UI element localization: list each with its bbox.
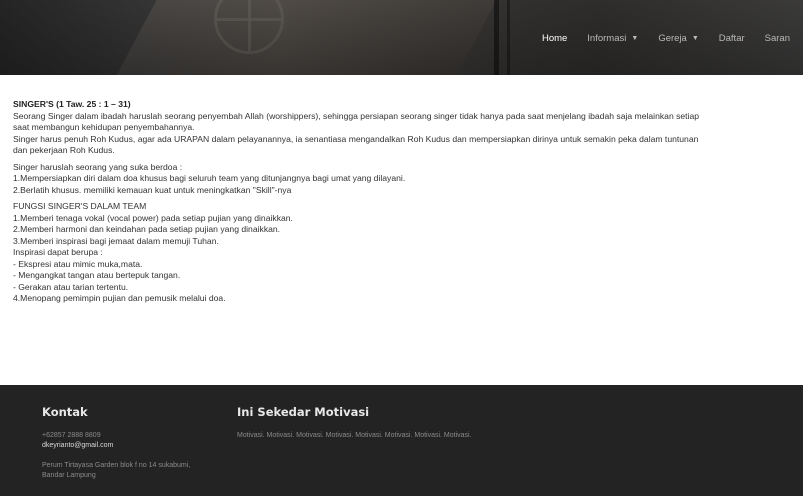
nav-item-label: Home — [541, 32, 568, 44]
fungsi-section: FUNGSI SINGER'S DALAM TEAM 1.Memberi ten… — [13, 201, 793, 305]
paragraph-line: Singer haruslah seorang yang suka berdoa… — [13, 161, 183, 172]
footer-motivation-column: Ini Sekedar Motivasi Motivasi. Motivasi.… — [237, 405, 737, 441]
list-item: 4.Menopang pemimpin pujian dan pemusik m… — [13, 293, 226, 303]
list-item: - Ekspresi atau mimic muka,mata. — [13, 258, 143, 269]
list-item: - Mengangkat tangan atau bertepuk tangan… — [13, 270, 181, 280]
list-item: 1.Memberi tenaga vokal (vocal power) pad… — [13, 212, 293, 223]
list-item: 1.Mempersiapkan diri dalam doa khusus ba… — [13, 173, 406, 183]
motivation-text: Motivasi. Motivasi. Motivasi. Motivasi. … — [237, 432, 472, 439]
paragraph-line: saat membangun kehidupan penyembahannya. — [13, 122, 195, 132]
site-footer: Kontak +62857 2888 8809 dkeyrianto@gmail… — [0, 385, 803, 496]
footer-contact-column: Kontak +62857 2888 8809 dkeyrianto@gmail… — [42, 405, 232, 481]
contact-address-line: Bandar Lampung — [42, 472, 96, 479]
nav-item-label: Informasi — [587, 32, 627, 44]
list-item: 2.Berlatih khusus. memiliki kemauan kuat… — [13, 184, 292, 195]
caret-down-icon: ▼ — [691, 34, 699, 42]
intro-section: SINGER'S (1 Taw. 25 : 1 – 31) Seorang Si… — [13, 99, 793, 157]
article-content: SINGER'S (1 Taw. 25 : 1 – 31) Seorang Si… — [13, 99, 793, 310]
top-navigation: Home Informasi ▼ Gereja ▼ Daftar Saran — [522, 30, 790, 46]
nav-item-label: Gereja — [658, 32, 687, 44]
caret-down-icon: ▼ — [631, 34, 639, 42]
list-item: 2.Memberi harmoni dan keindahan pada set… — [13, 224, 281, 234]
nav-item-daftar[interactable]: Daftar — [719, 33, 745, 44]
nav-item-home[interactable]: Home — [542, 33, 567, 44]
nav-item-label: Daftar — [718, 32, 745, 44]
list-item: - Gerakan atau tarian tertentu. — [13, 281, 129, 292]
contact-phone: +62857 2888 8809 — [42, 432, 101, 439]
paragraph-line: dan pekerjaan Roh Kudus. — [13, 145, 115, 155]
paragraph-line: Inspirasi dapat berupa : — [13, 247, 103, 257]
berdoa-section: Singer haruslah seorang yang suka berdoa… — [13, 162, 793, 197]
paragraph-line: Singer harus penuh Roh Kudus, agar ada U… — [13, 133, 699, 144]
article-title: SINGER'S (1 Taw. 25 : 1 – 31) — [13, 99, 131, 109]
section-heading: FUNGSI SINGER'S DALAM TEAM — [13, 201, 147, 211]
list-item: 3.Memberi inspirasi bagi jemaat dalam me… — [13, 235, 219, 246]
footer-motivation-heading: Ini Sekedar Motivasi — [237, 405, 370, 419]
footer-contact-heading: Kontak — [42, 405, 88, 419]
contact-address-line: Perum Tirtayasa Garden blok f no 14 suka… — [42, 462, 191, 469]
nav-item-informasi[interactable]: Informasi ▼ — [587, 33, 638, 44]
contact-email-link[interactable]: dkeyrianto@gmail.com — [42, 441, 232, 451]
nav-item-saran[interactable]: Saran — [765, 33, 790, 44]
nav-item-label: Saran — [764, 32, 790, 44]
hero-header: Home Informasi ▼ Gereja ▼ Daftar Saran — [0, 0, 803, 75]
paragraph-line: Seorang Singer dalam ibadah haruslah seo… — [13, 110, 700, 121]
nav-item-gereja[interactable]: Gereja ▼ — [658, 33, 698, 44]
